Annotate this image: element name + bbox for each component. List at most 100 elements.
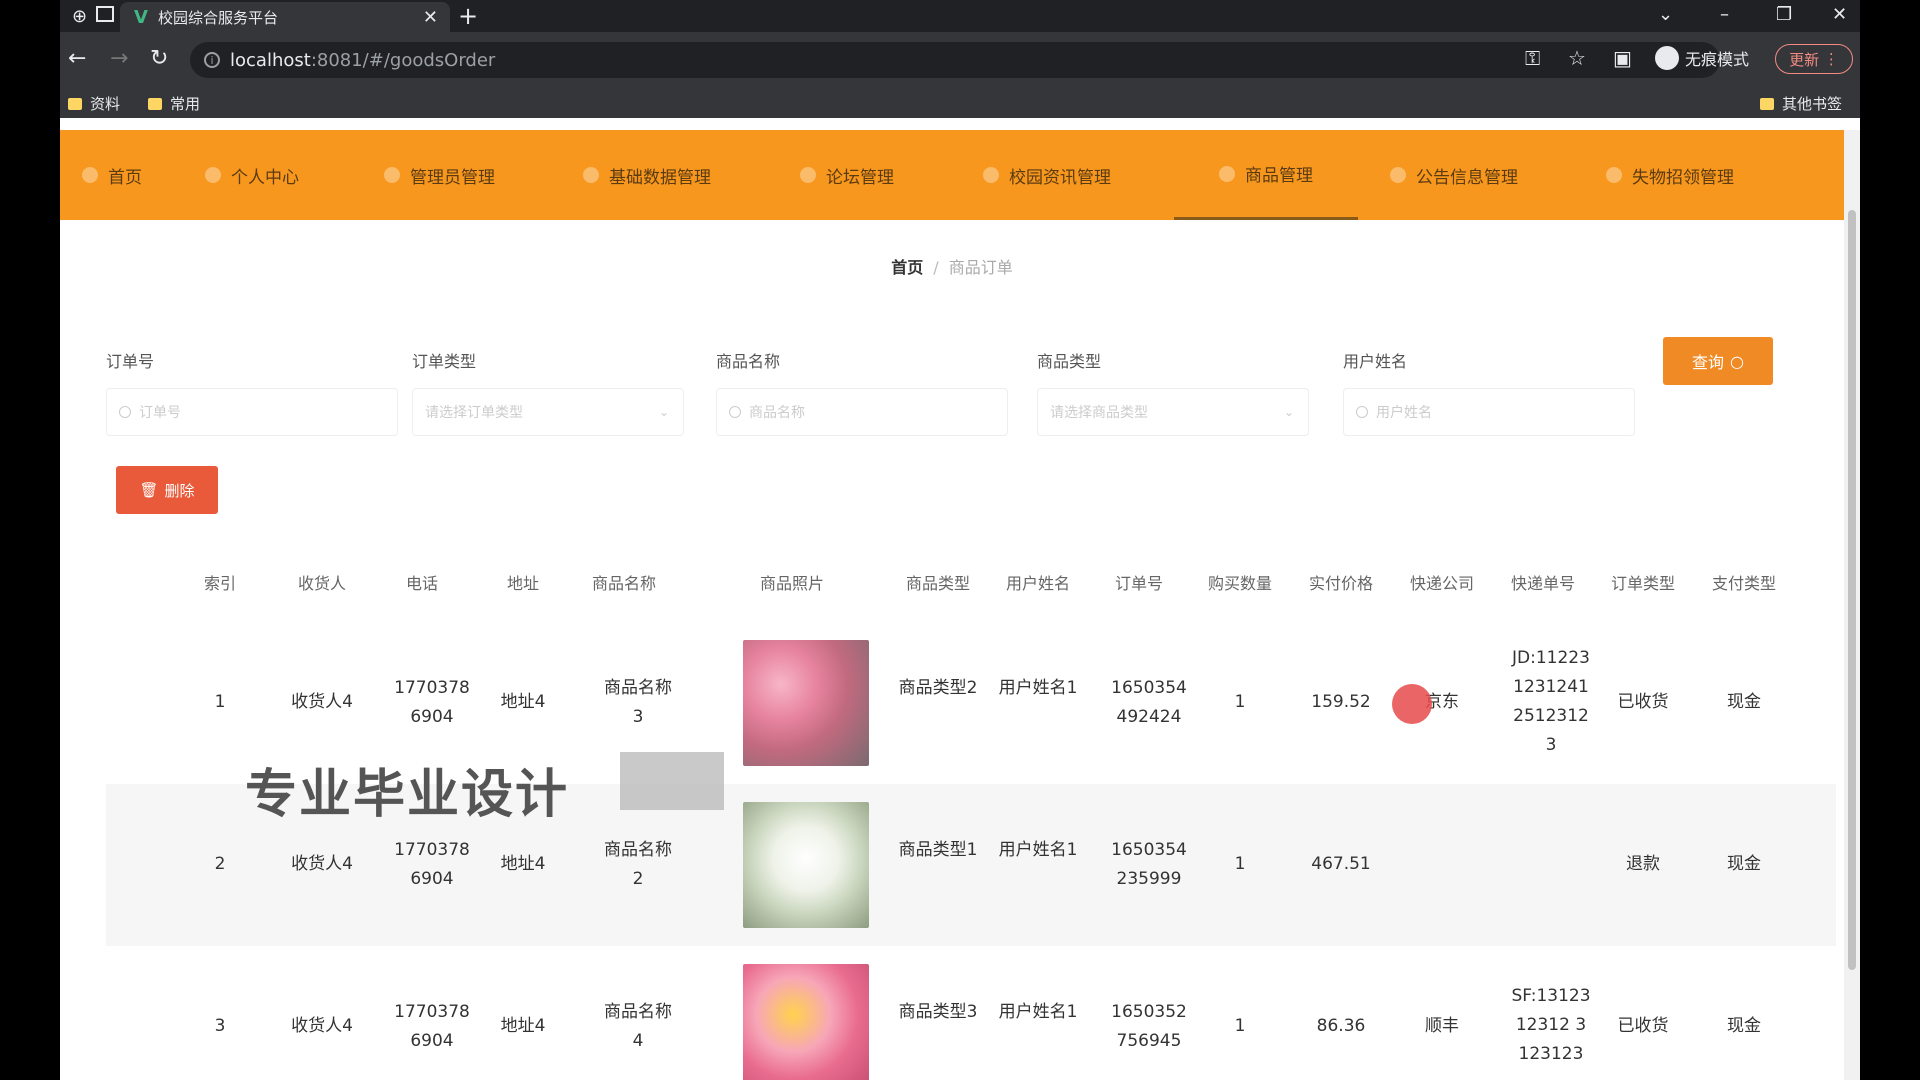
browser-window: ⊕ V 校园综合服务平台 ✕ + ⌄ – ❐ ✕ ← → ↻ i localho… bbox=[60, 0, 1860, 1080]
cell-user-name: 用户姓名1 bbox=[998, 678, 1078, 698]
user-name-label: 用户姓名 bbox=[1343, 352, 1408, 371]
update-label: 更新 bbox=[1789, 50, 1820, 69]
incognito-indicator[interactable]: 无痕模式 bbox=[1655, 46, 1749, 70]
tab-list-chevron-icon[interactable]: ⌄ bbox=[1658, 4, 1673, 25]
folder-icon bbox=[148, 97, 162, 110]
cell-price: 86.36 bbox=[1316, 1016, 1366, 1036]
nav-item-goods[interactable]: 商品管理 bbox=[1174, 130, 1358, 220]
th-qty: 购买数量 bbox=[1207, 574, 1272, 593]
goods-type-select[interactable]: 请选择商品类型 ⌄ bbox=[1037, 388, 1309, 436]
th-pay-type: 支付类型 bbox=[1711, 574, 1776, 593]
chevron-down-icon: ⌄ bbox=[658, 405, 669, 419]
cell-order-no: 1650354492424 bbox=[1111, 678, 1187, 727]
user-name-placeholder: 用户姓名 bbox=[1376, 405, 1432, 421]
reload-icon[interactable]: ↻ bbox=[150, 46, 168, 71]
forum-icon bbox=[800, 167, 816, 183]
goods-name-input[interactable]: 商品名称 bbox=[716, 388, 1008, 436]
cell-tracking: SF:1312312312 3123123 bbox=[1511, 986, 1591, 1064]
cell-goods-name: 商品名称2 bbox=[604, 840, 672, 889]
goods-name-placeholder: 商品名称 bbox=[749, 405, 805, 421]
th-index: 索引 bbox=[203, 574, 236, 593]
restore-icon[interactable]: ❐ bbox=[1776, 4, 1792, 25]
nav-item-lost-found[interactable]: 失物招领管理 bbox=[1606, 130, 1734, 220]
cell-pay-type: 现金 bbox=[1727, 854, 1761, 874]
cell-goods-type: 商品类型3 bbox=[898, 1002, 978, 1022]
nav-label: 公告信息管理 bbox=[1416, 167, 1518, 188]
goods-type-placeholder: 请选择商品类型 bbox=[1050, 405, 1148, 421]
site-info-icon[interactable]: i bbox=[204, 52, 220, 68]
other-bookmarks[interactable]: 其他书签 bbox=[1760, 93, 1842, 114]
nav-item-basic-data[interactable]: 基础数据管理 bbox=[583, 130, 711, 220]
cell-qty: 1 bbox=[1234, 1016, 1246, 1036]
search-icon bbox=[729, 406, 741, 418]
query-button[interactable]: 查询 ○ bbox=[1663, 337, 1773, 385]
goods-photo[interactable] bbox=[743, 964, 869, 1080]
cell-price: 159.52 bbox=[1311, 692, 1371, 712]
tab-search-icon[interactable] bbox=[96, 6, 114, 22]
cell-goods-name: 商品名称3 bbox=[604, 678, 672, 727]
close-tab-icon[interactable]: ✕ bbox=[423, 7, 438, 28]
nav-item-admin[interactable]: 管理员管理 bbox=[384, 130, 495, 220]
bookmark-star-icon[interactable]: ☆ bbox=[1568, 46, 1586, 70]
order-type-placeholder: 请选择订单类型 bbox=[425, 405, 523, 421]
forward-icon[interactable]: → bbox=[110, 46, 128, 71]
table-row[interactable]: 3 收货人4 17703786904 地址4 商品名称4 商品类型3 用户姓名1… bbox=[106, 946, 1836, 1080]
cell-user-name: 用户姓名1 bbox=[998, 1002, 1078, 1022]
nav-item-profile[interactable]: 个人中心 bbox=[205, 130, 299, 220]
url-input[interactable]: i localhost:8081/#/goodsOrder bbox=[190, 42, 1720, 78]
folder-icon bbox=[68, 97, 82, 110]
tab-strip: ⊕ V 校园综合服务平台 ✕ + ⌄ – ❐ ✕ bbox=[60, 0, 1860, 32]
minimize-icon[interactable]: – bbox=[1720, 4, 1729, 25]
back-icon[interactable]: ← bbox=[68, 46, 86, 71]
admin-icon bbox=[384, 167, 400, 183]
news-icon bbox=[983, 167, 999, 183]
order-type-label: 订单类型 bbox=[412, 352, 477, 371]
cell-receiver: 收货人4 bbox=[291, 692, 353, 712]
th-receiver: 收货人 bbox=[297, 574, 346, 593]
order-no-input[interactable]: 订单号 bbox=[106, 388, 398, 436]
delete-button[interactable]: 🗑 删除 bbox=[116, 466, 218, 514]
scrollbar-thumb[interactable] bbox=[1848, 210, 1856, 970]
order-type-select[interactable]: 请选择订单类型 ⌄ bbox=[412, 388, 684, 436]
nav-item-notice[interactable]: 公告信息管理 bbox=[1390, 130, 1518, 220]
page-scrollbar[interactable] bbox=[1844, 130, 1860, 1080]
nav-label: 个人中心 bbox=[231, 167, 299, 188]
nav-item-campus-news[interactable]: 校园资讯管理 bbox=[983, 130, 1111, 220]
query-label: 查询 bbox=[1692, 353, 1725, 372]
new-tab-icon[interactable]: + bbox=[458, 2, 478, 30]
bookmark-folder[interactable]: 常用 bbox=[148, 93, 200, 114]
key-icon[interactable]: ⚿ bbox=[1525, 46, 1540, 70]
cell-order-no: 1650354235999 bbox=[1111, 840, 1187, 889]
cell-address: 地址4 bbox=[500, 692, 546, 712]
browser-menu-icon[interactable]: ⊕ bbox=[72, 6, 87, 27]
cell-index: 3 bbox=[214, 1016, 226, 1036]
cell-address: 地址4 bbox=[500, 854, 546, 874]
goods-photo[interactable] bbox=[743, 802, 869, 928]
breadcrumb-home[interactable]: 首页 bbox=[891, 258, 923, 277]
th-goods-type: 商品类型 bbox=[905, 574, 970, 593]
cell-courier: 顺丰 bbox=[1425, 1016, 1459, 1036]
user-name-input[interactable]: 用户姓名 bbox=[1343, 388, 1635, 436]
goods-photo[interactable] bbox=[743, 640, 869, 766]
browser-tab[interactable]: V 校园综合服务平台 ✕ bbox=[120, 2, 450, 32]
url-host: localhost bbox=[230, 49, 311, 71]
order-no-label: 订单号 bbox=[106, 352, 155, 371]
update-button[interactable]: 更新 ⋮ bbox=[1775, 44, 1853, 74]
vue-favicon-icon: V bbox=[134, 6, 148, 28]
nav-item-forum[interactable]: 论坛管理 bbox=[800, 130, 894, 220]
chevron-down-icon: ⌄ bbox=[1283, 405, 1294, 419]
order-no-placeholder: 订单号 bbox=[139, 405, 181, 421]
cell-order-type: 已收货 bbox=[1617, 692, 1669, 712]
side-panel-icon[interactable]: ▣ bbox=[1613, 46, 1632, 70]
nav-item-home[interactable]: 首页 bbox=[82, 130, 142, 220]
close-window-icon[interactable]: ✕ bbox=[1832, 4, 1847, 25]
nav-label: 校园资讯管理 bbox=[1009, 167, 1111, 188]
delete-label: 删除 bbox=[164, 481, 195, 500]
nav-label: 论坛管理 bbox=[826, 167, 894, 188]
bookmark-folder[interactable]: 资料 bbox=[68, 93, 120, 114]
nav-label: 管理员管理 bbox=[410, 167, 495, 188]
tab-title: 校园综合服务平台 bbox=[157, 8, 278, 27]
cell-phone: 17703786904 bbox=[394, 840, 470, 889]
click-indicator bbox=[1392, 684, 1432, 724]
th-user-name: 用户姓名 bbox=[1005, 574, 1070, 593]
